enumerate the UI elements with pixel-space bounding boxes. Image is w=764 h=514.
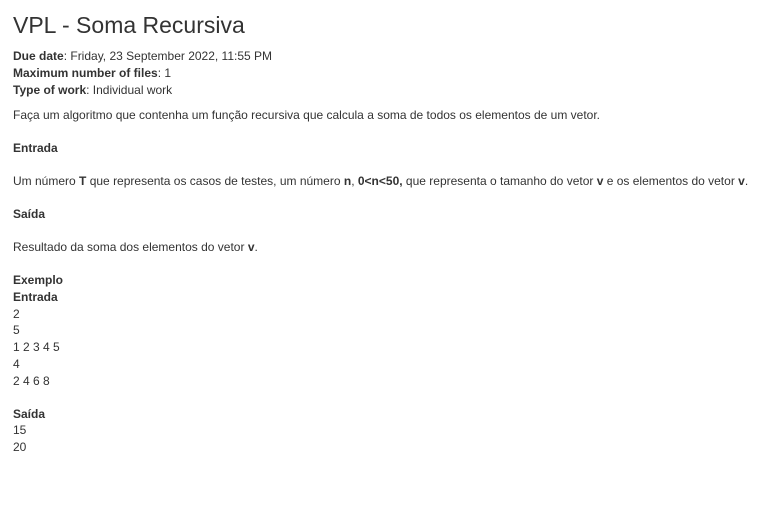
due-date-row: Due date: Friday, 23 September 2022, 11:…	[13, 49, 273, 63]
example-input-line: 2	[13, 306, 20, 321]
entrada-text-part: .	[744, 174, 749, 188]
example-output-line: 15	[13, 423, 27, 438]
entrada-text-part: Um número	[13, 174, 80, 188]
example-input-line: 1 2 3 4 5	[13, 340, 60, 355]
assignment-meta: Due date: Friday, 23 September 2022, 11:…	[13, 48, 752, 99]
entrada-text-part: que representa o tamanho do vetor	[402, 174, 597, 188]
entrada-text-part: ,	[351, 174, 358, 188]
max-files-value: 1	[164, 66, 172, 80]
entrada-heading: Entrada	[13, 141, 58, 155]
entrada-v: v	[738, 174, 745, 188]
saida-text-part: .	[254, 240, 258, 254]
example-input-heading: Entrada	[13, 289, 58, 304]
saida-heading: Saída	[13, 207, 46, 221]
entrada-condition: 0<n<50,	[357, 174, 403, 188]
example-heading: Exemplo	[13, 273, 64, 287]
vpl-description-page: VPL - Soma Recursiva Due date: Friday, 2…	[0, 0, 764, 456]
example-output-line: 20	[13, 440, 27, 455]
entrada-text-part: e os elementos do vetor	[603, 174, 739, 188]
max-files-row: Maximum number of files: 1	[13, 66, 172, 80]
type-of-work-row: Type of work: Individual work	[13, 83, 173, 97]
example-block: Exemplo Entrada 2 5 1 2 3 4 5 4 2 4 6 8 …	[13, 272, 752, 456]
due-date-label: Due date	[13, 49, 64, 63]
example-input-line: 4	[13, 356, 20, 371]
due-date-value: Friday, 23 September 2022, 11:55 PM	[70, 49, 273, 63]
saida-text-part: Resultado da soma dos elementos do vetor	[13, 240, 248, 254]
max-files-label: Maximum number of files	[13, 66, 158, 80]
type-of-work-label: Type of work	[13, 83, 87, 97]
example-input-line: 2 4 6 8	[13, 373, 50, 388]
saida-text: Resultado da soma dos elementos do vetor…	[13, 239, 752, 256]
page-title: VPL - Soma Recursiva	[13, 12, 245, 38]
type-of-work-value: Individual work	[92, 83, 173, 97]
saida-v: v	[247, 240, 255, 254]
entrada-text-part: que representa os casos de testes, um nú…	[86, 174, 344, 188]
example-input-line: 5	[13, 323, 20, 338]
description-text: Faça um algoritmo que contenha um função…	[13, 108, 600, 122]
example-output-heading: Saída	[13, 406, 46, 421]
entrada-text: Um número T que representa os casos de t…	[13, 173, 752, 190]
